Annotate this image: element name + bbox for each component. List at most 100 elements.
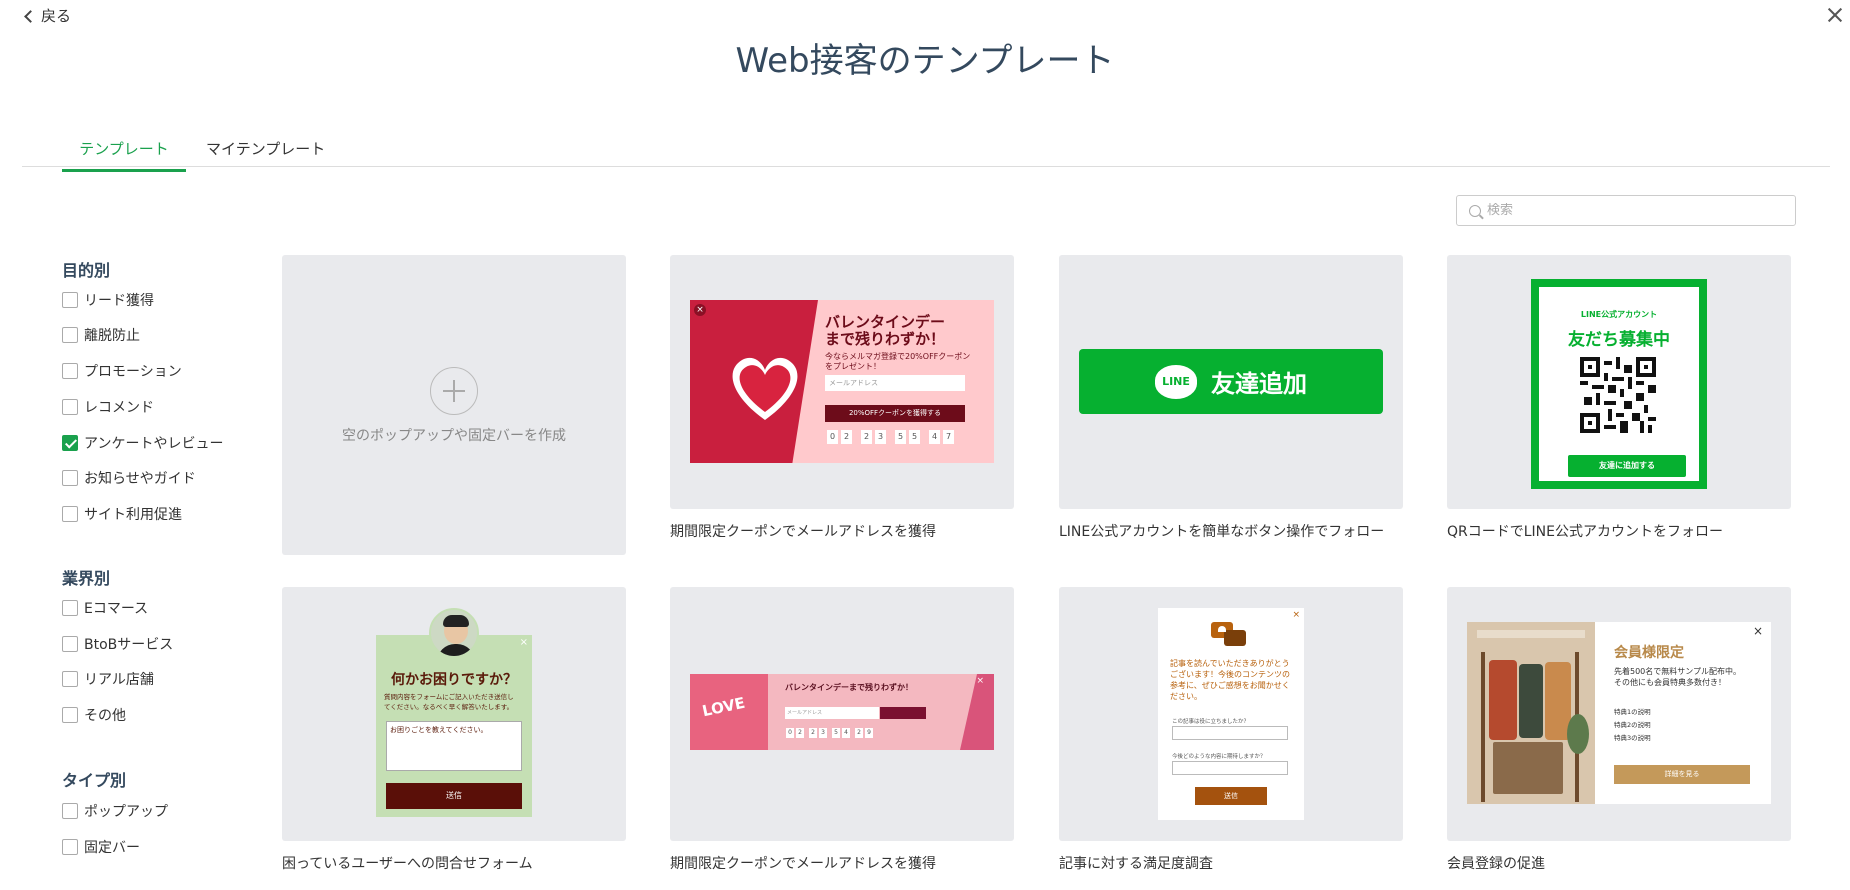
checkbox[interactable] <box>62 363 78 379</box>
filter-recommend[interactable]: レコメンド <box>62 397 154 417</box>
filter-site-usage[interactable]: サイト利用促進 <box>62 504 182 524</box>
benefit-item: 特典3の説明 <box>1614 734 1651 742</box>
template-card[interactable]: × 記事を読んでいただきありがとうございます！今後のコンテンツの参考に、ぜひご感… <box>1059 587 1403 841</box>
checkbox[interactable] <box>62 327 78 343</box>
template-card[interactable]: LINE公式アカウント 友だち募集中 友達に追加する <box>1447 255 1791 509</box>
template-preview: LOVE × バレンタインデーまで残りわずか！ メールアドレス 0 2 2 3 … <box>690 674 994 750</box>
preview-benefit-list: 特典1の説明 特典2の説明 特典3の説明 <box>1614 706 1651 745</box>
filter-label: Eコマース <box>84 601 149 617</box>
close-icon[interactable] <box>1826 6 1844 24</box>
countdown-digit: 2 <box>855 728 863 738</box>
preview-question: 今後どのような内容に期待しますか？ <box>1172 754 1266 760</box>
template-caption: 期間限定クーポンでメールアドレスを獲得 <box>670 524 936 540</box>
create-empty-label: 空のポップアップや固定バーを作成 <box>342 428 566 444</box>
template-caption: 記事に対する満足度調査 <box>1059 856 1213 872</box>
tab-my-templates[interactable]: マイテンプレート <box>206 138 325 167</box>
preview-subtext: 質問内容をフォームにご記入いただき送信し てください。なるべく早く解答いたします。 <box>384 692 514 712</box>
preview-sub-line: をプレゼント！ <box>825 362 881 371</box>
template-caption: 会員登録の促進 <box>1447 856 1545 872</box>
back-link[interactable]: 戻る <box>24 5 72 26</box>
filter-promotion[interactable]: プロモーション <box>62 361 182 381</box>
template-card[interactable]: LINE 友達追加 <box>1059 255 1403 509</box>
benefit-item: 特典2の説明 <box>1614 721 1651 729</box>
checkbox[interactable] <box>62 600 78 616</box>
checkbox[interactable] <box>62 671 78 687</box>
tab-templates[interactable]: テンプレート <box>62 138 186 172</box>
avatar <box>429 608 479 658</box>
chat-bubble-icon <box>1211 622 1247 648</box>
filter-other[interactable]: その他 <box>62 705 126 725</box>
checkbox[interactable] <box>62 470 78 486</box>
template-caption: LINE公式アカウントを簡単なボタン操作でフォロー <box>1059 524 1385 540</box>
countdown-digit: 7 <box>943 430 954 444</box>
filter-heading-type: タイプ別 <box>62 771 127 790</box>
countdown-digit: 9 <box>865 728 873 738</box>
preview-button-label: 友達追加 <box>1211 370 1307 398</box>
template-caption: 困っているユーザーへの問合せフォーム <box>282 856 533 872</box>
close-icon: × <box>519 637 528 648</box>
checkbox[interactable] <box>62 839 78 855</box>
filter-label: ポップアップ <box>84 804 168 820</box>
checkbox[interactable] <box>62 292 78 308</box>
search-box[interactable] <box>1456 195 1796 226</box>
countdown-digit: 5 <box>909 430 920 444</box>
filter-popup[interactable]: ポップアップ <box>62 801 168 821</box>
filter-real-store[interactable]: リアル店舗 <box>62 669 154 689</box>
preview-heading: 友だち募集中 <box>1568 330 1670 350</box>
filter-label: BtoBサービス <box>84 637 174 653</box>
page-title: Web接客のテンプレート <box>735 41 1115 81</box>
close-icon: × <box>976 676 984 686</box>
preview-email-field: メールアドレス <box>785 707 879 719</box>
preview-sub-line: てください。なるべく早く解答いたします。 <box>384 703 514 711</box>
checkbox[interactable] <box>62 636 78 652</box>
preview-sub-line: その他にも会員特典多数付き！ <box>1614 678 1726 687</box>
search-input[interactable] <box>1487 203 1777 218</box>
preview-heading: バレンタインデーまで残りわずか！ <box>785 683 913 692</box>
filter-label: 固定バー <box>84 840 140 856</box>
template-card[interactable]: × 何かお困りですか？ 質問内容をフォームにご記入いただき送信し てください。なる… <box>282 587 626 841</box>
preview-top-label: LINE公式アカウント <box>1580 310 1658 319</box>
filter-lead[interactable]: リード獲得 <box>62 290 154 310</box>
filter-fixed-bar[interactable]: 固定バー <box>62 837 140 857</box>
countdown-digit: 0 <box>786 728 794 738</box>
preview-button <box>880 707 926 719</box>
filter-churn[interactable]: 離脱防止 <box>62 325 140 345</box>
template-preview: × 記事を読んでいただきありがとうございます！今後のコンテンツの参考に、ぜひご感… <box>1158 608 1304 820</box>
preview-question: この記事は役に立ちましたか？ <box>1172 719 1250 725</box>
filter-ecommerce[interactable]: Eコマース <box>62 598 148 618</box>
tab-bar: テンプレート マイテンプレート <box>22 132 1830 172</box>
preview-heading: 何かお困りですか？ <box>391 672 517 688</box>
countdown-digit: 2 <box>796 728 804 738</box>
checkbox[interactable] <box>62 399 78 415</box>
preview-textarea: お困りごとを教えてください。 <box>386 721 522 771</box>
line-logo-icon: LINE <box>1155 364 1197 399</box>
preview-email-field: メールアドレス <box>825 375 965 391</box>
template-card[interactable]: LOVE × バレンタインデーまで残りわずか！ メールアドレス 0 2 2 3 … <box>670 587 1014 841</box>
filter-notice[interactable]: お知らせやガイド <box>62 468 196 488</box>
filter-btob[interactable]: BtoBサービス <box>62 634 173 654</box>
countdown-digit: 5 <box>832 728 840 738</box>
countdown-digit: 5 <box>895 430 906 444</box>
chevron-left-icon <box>24 9 37 23</box>
create-empty-card[interactable]: 空のポップアップや固定バーを作成 <box>282 255 626 555</box>
filter-label: お知らせやガイド <box>84 471 196 487</box>
search-icon <box>1469 204 1481 217</box>
countdown-digit: 4 <box>842 728 850 738</box>
template-caption: QRコードでLINE公式アカウントをフォロー <box>1447 524 1723 540</box>
checkbox[interactable] <box>62 506 78 522</box>
template-card[interactable]: × 会員様限定 先着500名で無料サンプル配布中。 その他にも会員特典多数付き！ … <box>1447 587 1791 841</box>
back-label: 戻る <box>41 7 72 25</box>
preview-store-image <box>1467 622 1595 804</box>
checkbox[interactable] <box>62 803 78 819</box>
checkbox[interactable] <box>62 707 78 723</box>
preview-button: 送信 <box>1195 787 1267 805</box>
countdown-digit: 3 <box>875 430 886 444</box>
filter-survey[interactable]: アンケートやレビュー <box>62 433 223 453</box>
preview-subtext: 今ならメルマガ登録で20%OFFクーポン をプレゼント！ <box>825 352 970 372</box>
preview-button: 送信 <box>386 783 522 809</box>
close-icon: × <box>1752 624 1763 638</box>
countdown-digit: 0 <box>827 430 838 444</box>
filter-label: リード獲得 <box>84 293 154 309</box>
template-card[interactable]: × バレンタインデー まで残りわずか！ 今ならメルマガ登録で20%OFFクーポンを… <box>670 255 1014 509</box>
checkbox-checked[interactable] <box>62 435 78 451</box>
